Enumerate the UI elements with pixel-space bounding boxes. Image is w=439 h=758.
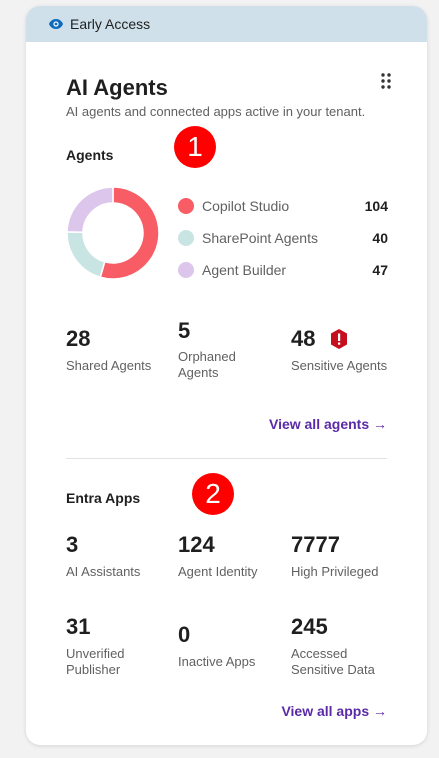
entra-apps-section-title: Entra Apps: [66, 490, 141, 506]
stat-shared-agents[interactable]: 28 Shared Agents: [66, 326, 176, 374]
annotation-marker-1: 1: [174, 126, 216, 168]
warning-icon: [331, 329, 348, 349]
stat-value: 3: [66, 532, 79, 557]
donut-slice-agent-builder[interactable]: [66, 186, 114, 234]
view-all-apps-link[interactable]: View all apps →: [281, 703, 387, 719]
card-title: AI Agents: [66, 75, 168, 100]
legend-row-sharepoint-agents: SharePoint Agents 40: [178, 222, 388, 254]
legend-value: 40: [372, 230, 388, 246]
stat-label: Orphaned Agents: [178, 349, 236, 380]
stat-value: 28: [66, 326, 91, 351]
annotation-marker-2: 2: [192, 473, 234, 515]
legend-swatch: [178, 262, 194, 278]
legend-row-agent-builder: Agent Builder 47: [178, 254, 388, 286]
legend-label: Copilot Studio: [202, 198, 290, 214]
donut-slice-sharepoint-agents[interactable]: [66, 231, 106, 279]
section-divider: [66, 458, 387, 459]
stat-label: Shared Agents: [66, 358, 152, 373]
stat-accessed-sensitive-data[interactable]: 245 Accessed Sensitive Data: [291, 614, 391, 678]
card-content: AI Agents AI agents and connected apps a…: [66, 42, 391, 745]
legend-swatch: [178, 230, 194, 246]
stat-label: Agent Identity: [178, 564, 258, 579]
early-access-banner: Early Access: [26, 6, 427, 42]
legend-row-copilot-studio: Copilot Studio 104: [178, 190, 388, 222]
legend-label: SharePoint Agents: [202, 230, 318, 246]
legend-value: 104: [364, 198, 388, 214]
stat-value: 0: [178, 622, 191, 647]
stat-sensitive-agents[interactable]: 48 Sensitive Agents: [291, 326, 411, 374]
stat-inactive-apps[interactable]: 0 Inactive Apps: [178, 622, 288, 670]
agents-donut-chart: [66, 186, 160, 280]
card-subtitle: AI agents and connected apps active in y…: [66, 104, 366, 119]
agents-section-title: Agents: [66, 147, 114, 163]
stat-label: High Privileged: [291, 564, 379, 579]
stat-agent-identity[interactable]: 124 Agent Identity: [178, 532, 288, 580]
stat-value-row: 48: [291, 326, 411, 352]
ai-agents-card: Early Access AI Agents AI agents and con…: [26, 6, 427, 745]
stat-label: Sensitive Agents: [291, 358, 388, 373]
stat-unverified-publisher[interactable]: 31 Unverified Publisher: [66, 614, 156, 678]
drag-dots-icon[interactable]: [379, 72, 393, 90]
stat-high-privileged[interactable]: 7777 High Privileged: [291, 532, 411, 580]
stat-value: 5: [178, 318, 191, 343]
legend-swatch: [178, 198, 194, 214]
eye-icon: [49, 19, 63, 29]
stat-value: 245: [291, 614, 328, 639]
stat-ai-assistants[interactable]: 3 AI Assistants: [66, 532, 176, 580]
stat-value: 124: [178, 532, 215, 557]
legend-value: 47: [372, 262, 388, 278]
stat-label: Accessed Sensitive Data: [291, 646, 375, 677]
agents-legend: Copilot Studio 104 SharePoint Agents 40 …: [178, 190, 388, 286]
stat-value: 31: [66, 614, 91, 639]
stat-label: AI Assistants: [66, 564, 141, 579]
stat-value: 48: [291, 326, 316, 351]
view-all-agents-link[interactable]: View all agents →: [269, 416, 387, 432]
stat-label: Unverified Publisher: [66, 646, 125, 677]
stat-value: 7777: [291, 532, 340, 557]
stat-orphaned-agents[interactable]: 5 Orphaned Agents: [178, 318, 268, 381]
legend-label: Agent Builder: [202, 262, 287, 278]
stat-label: Inactive Apps: [178, 654, 256, 669]
early-access-label: Early Access: [70, 16, 151, 32]
